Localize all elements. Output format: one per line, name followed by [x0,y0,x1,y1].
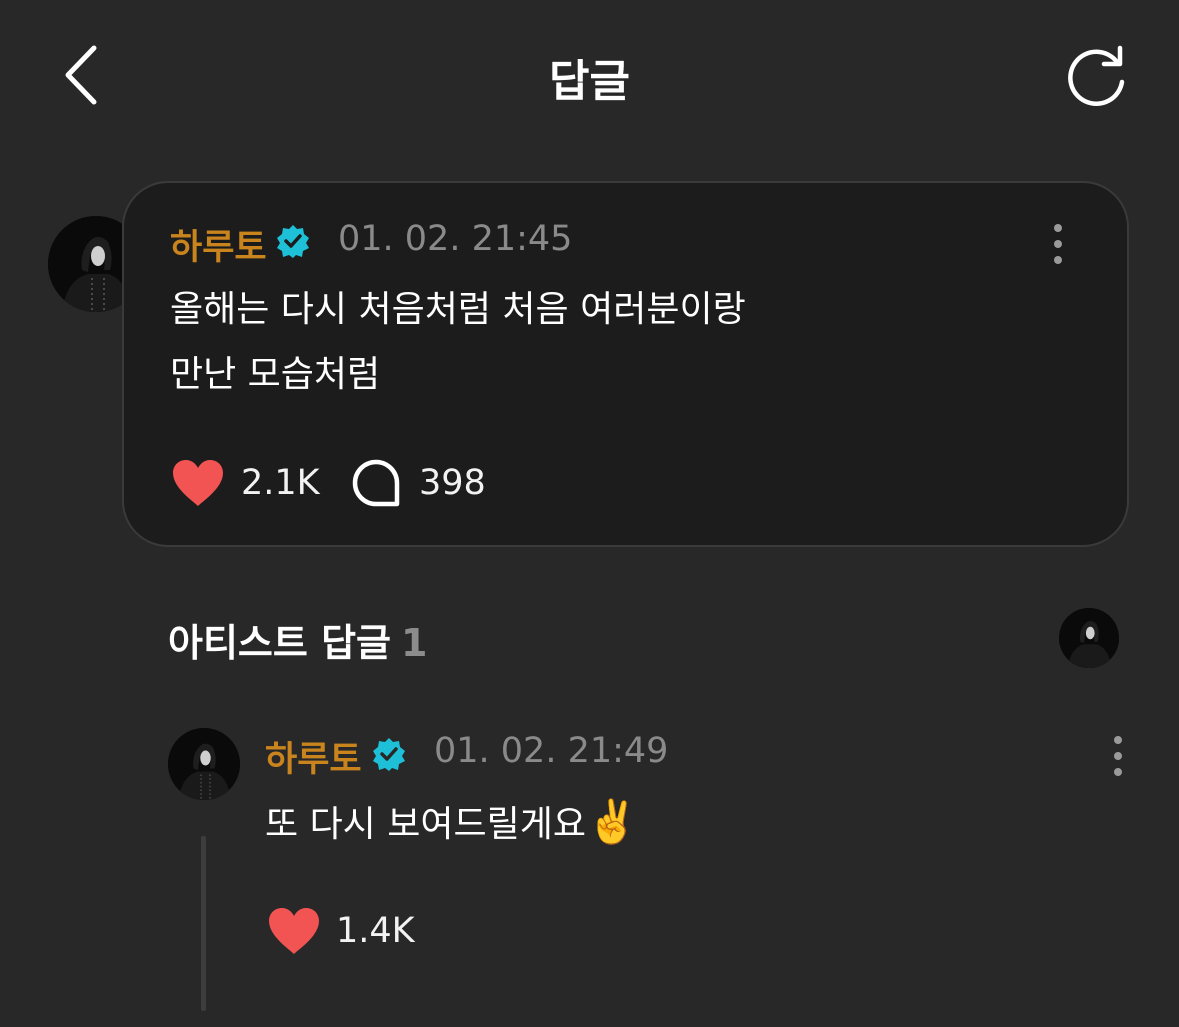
reply-author-name[interactable]: 하루토 [265,731,362,782]
more-dot-icon [1054,224,1062,232]
more-dot-icon [1114,768,1122,776]
refresh-button[interactable] [1062,42,1130,110]
reply-author-avatar[interactable] [168,728,240,800]
post-timestamp: 01. 02. 21:45 [338,219,573,259]
post-more-button[interactable] [1048,224,1068,270]
comment-bubble-icon[interactable] [351,458,401,508]
artist-replies-label: 아티스트 답글 [168,621,391,665]
reply-like-count: 1.4K [336,911,415,951]
page-title: 답글 [549,56,630,107]
verified-badge-icon [277,225,309,258]
like-heart-icon[interactable] [267,906,321,956]
victory-hand-emoji: ✌️ [585,797,639,846]
like-heart-icon[interactable] [171,458,225,508]
refresh-icon [1068,45,1125,107]
post-text-line-2: 만난 모습처럼 [170,354,381,395]
reply-text: 또 다시 보여드릴게요✌️ [265,797,638,850]
more-dot-icon [1054,256,1062,264]
reply-timestamp: 01. 02. 21:49 [434,731,669,771]
avatar-image [168,728,240,800]
avatar-image [1059,608,1119,668]
top-bar: 답글 [0,0,1179,150]
more-dot-icon [1114,752,1122,760]
more-dot-icon [1054,240,1062,248]
artist-replies-count: 1 [401,621,428,665]
artist-filter-avatar[interactable] [1059,608,1119,668]
post-author-name[interactable]: 하루토 [170,219,267,270]
verified-badge-icon [373,738,405,771]
post-comment-count: 398 [419,463,486,503]
post-text-line-1: 올해는 다시 처음처럼 처음 여러분이랑 [170,289,746,330]
reply-text-content: 또 다시 보여드릴게요 [265,804,586,845]
artist-replies-heading: 아티스트 답글 1 [168,612,427,667]
thread-line [201,836,206,1011]
reply-more-button[interactable] [1108,736,1128,782]
more-dot-icon [1114,736,1122,744]
post-like-count: 2.1K [241,463,320,503]
